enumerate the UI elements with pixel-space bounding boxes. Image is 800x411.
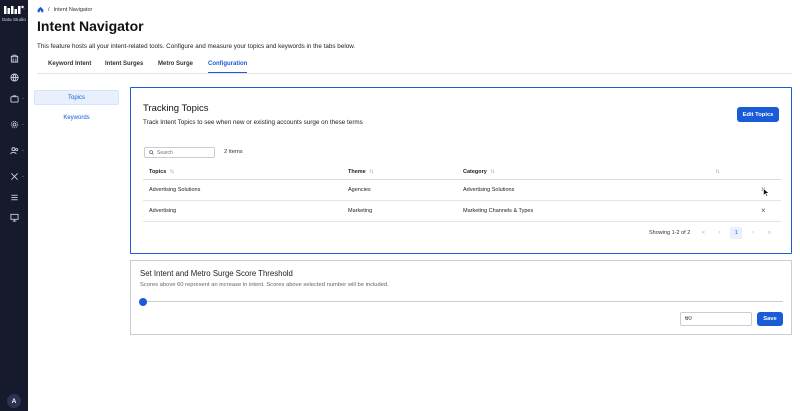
tab-configuration[interactable]: Configuration (208, 61, 248, 73)
prev-page-icon[interactable]: ‹ (714, 230, 724, 236)
topics-table: Topics ↑↓ Theme ↑↓ Category ↑↓ ↑↓ Advertisi… (143, 164, 781, 222)
globe-icon[interactable] (8, 71, 20, 83)
tracking-topics-card: Tracking Topics Track Intent Topics to s… (130, 87, 792, 254)
pagination-info: Showing 1-2 of 2 (649, 230, 691, 236)
sort-icon[interactable]: ↑↓ (369, 169, 374, 175)
cell-category: Advertising Solutions (463, 187, 515, 193)
breadcrumb: / Intent Navigator (37, 6, 92, 13)
chevron-down-icon[interactable]: ⌄ (21, 121, 25, 127)
remove-row-icon[interactable]: × (761, 206, 766, 215)
chevron-down-icon[interactable]: ⌄ (21, 95, 25, 101)
user-avatar[interactable]: A (7, 394, 21, 408)
subnav-item-keywords[interactable]: Keywords (34, 111, 119, 126)
threshold-card: Set Intent and Metro Surge Score Thresho… (130, 260, 792, 335)
search-input[interactable] (157, 149, 212, 156)
next-page-icon[interactable]: › (748, 230, 758, 236)
main-tabs: Keyword Intent Intent Surges Metro Surge… (37, 56, 792, 74)
slider-thumb[interactable] (139, 297, 147, 306)
config-subnav: Topics Keywords (34, 90, 119, 132)
threshold-subtitle: Scores above 60 represent an increase in… (140, 282, 389, 288)
cell-theme: Agencies (348, 187, 371, 193)
cell-category: Marketing Channels & Types (463, 208, 534, 214)
brand-logo[interactable] (4, 5, 24, 15)
tab-keyword-intent[interactable]: Keyword Intent (48, 61, 91, 72)
threshold-slider[interactable] (139, 297, 783, 306)
column-header-category[interactable]: Category ↑↓ (463, 169, 495, 175)
edit-topics-button[interactable]: Edit Topics (737, 107, 779, 122)
cell-topic: Advertising Solutions (149, 187, 201, 193)
cell-topic: Advertising (149, 208, 177, 214)
item-count: 2 items (224, 149, 243, 155)
rail-expand-icon[interactable]: › (23, 6, 25, 12)
building-icon[interactable] (8, 52, 20, 64)
users-icon[interactable] (8, 144, 20, 156)
briefcase-icon[interactable] (8, 92, 20, 104)
mouse-cursor-icon (763, 188, 770, 197)
column-header-topics[interactable]: Topics ↑↓ (149, 169, 174, 175)
subnav-item-topics[interactable]: Topics (34, 90, 119, 105)
threshold-title: Set Intent and Metro Surge Score Thresho… (140, 269, 293, 278)
column-header-theme[interactable]: Theme ↑↓ (348, 169, 374, 175)
search-icon (149, 150, 154, 155)
monitor-icon[interactable] (8, 211, 20, 223)
page-number-button[interactable]: 1 (730, 227, 743, 239)
sort-icon[interactable]: ↑↓ (490, 169, 495, 175)
pagination: Showing 1-2 of 2 « ‹ 1 › » (649, 227, 774, 239)
first-page-icon[interactable]: « (698, 230, 708, 236)
left-rail: › Data Studio ⌄ ⌄ ⌄ ⌄ A (0, 0, 28, 411)
last-page-icon[interactable]: » (764, 230, 774, 236)
table-header: Topics ↑↓ Theme ↑↓ Category ↑↓ ↑↓ (143, 164, 781, 180)
breadcrumb-current: Intent Navigator (53, 6, 93, 13)
gear-icon[interactable] (8, 118, 20, 130)
column-header-actions[interactable]: ↑↓ (715, 169, 720, 175)
tracking-subtitle: Track Intent Topics to see when new or e… (143, 119, 363, 126)
tools-icon[interactable] (8, 170, 20, 182)
search-box (144, 147, 215, 158)
threshold-input[interactable] (680, 312, 752, 326)
page-title: Intent Navigator (37, 18, 144, 34)
list-icon[interactable] (8, 191, 20, 203)
save-button[interactable]: Save (757, 312, 783, 326)
table-row: Advertising Solutions Agencies Advertisi… (143, 180, 781, 201)
sort-icon[interactable]: ↑↓ (715, 169, 720, 175)
table-row: Advertising Marketing Marketing Channels… (143, 201, 781, 222)
page-description: This feature hosts all your intent-relat… (37, 43, 356, 50)
home-icon[interactable] (37, 6, 44, 13)
breadcrumb-separator: / (48, 6, 50, 13)
chevron-down-icon[interactable]: ⌄ (21, 173, 25, 179)
chevron-down-icon[interactable]: ⌄ (21, 147, 25, 153)
cell-theme: Marketing (348, 208, 373, 214)
sort-icon[interactable]: ↑↓ (169, 169, 174, 175)
tracking-title: Tracking Topics (143, 103, 209, 114)
tab-metro-surge[interactable]: Metro Surge (158, 61, 193, 72)
tab-intent-surges[interactable]: Intent Surges (105, 61, 143, 72)
brand-name: Data Studio (1, 17, 26, 22)
